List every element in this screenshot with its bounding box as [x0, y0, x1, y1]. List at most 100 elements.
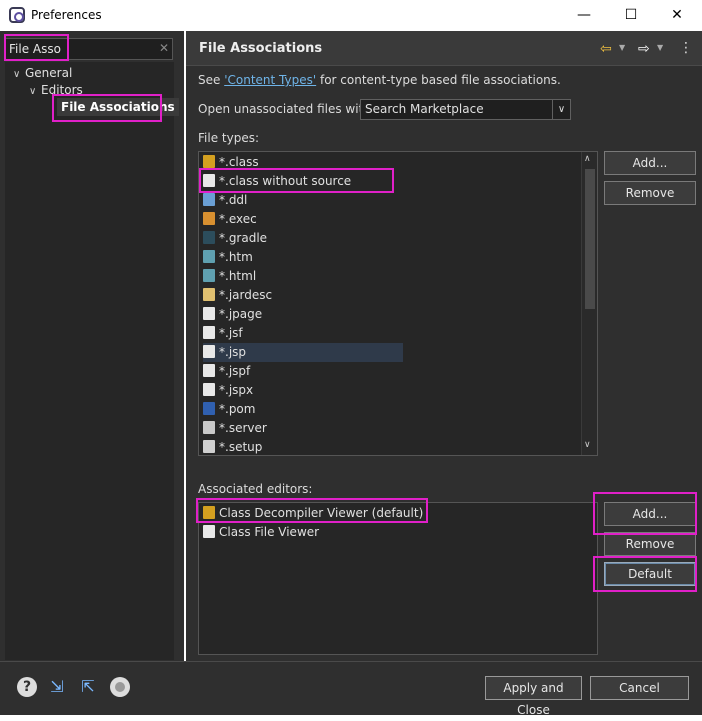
class-file-icon	[203, 174, 215, 187]
open-unassociated-value: Search Marketplace	[365, 102, 484, 116]
file-type-row[interactable]: *.html	[203, 267, 256, 286]
file-type-label: *.class without source	[219, 174, 352, 188]
file-type-label: *.jardesc	[219, 288, 273, 302]
clear-filter-icon[interactable]: ✕	[159, 41, 169, 55]
file-type-row[interactable]: *.class	[203, 153, 259, 172]
file-type-row[interactable]: *.ddl	[203, 191, 247, 210]
file-type-row[interactable]: *.jsp	[203, 343, 403, 362]
file-type-row[interactable]: *.gradle	[203, 229, 267, 248]
file-type-row[interactable]: *.jpage	[203, 305, 262, 324]
view-menu-icon[interactable]: ⋮	[679, 40, 693, 56]
maximize-button[interactable]: ☐	[614, 4, 648, 26]
forward-history-dropdown-icon[interactable]: ▼	[657, 43, 663, 52]
setup-icon	[203, 440, 215, 453]
maven-icon	[203, 402, 215, 415]
jar-icon	[203, 288, 215, 301]
tree-item-label: Editors	[41, 83, 83, 97]
apply-and-close-button[interactable]: Apply and Close	[485, 676, 582, 717]
file-icon	[203, 364, 215, 377]
file-type-label: *.exec	[219, 212, 257, 226]
globe-icon	[203, 250, 215, 263]
editor-label: Class File Viewer	[219, 525, 320, 539]
export-icon[interactable]: ⇱	[78, 677, 98, 697]
tree-item-general[interactable]: ∨ General	[13, 64, 72, 82]
file-type-label: *.jsf	[219, 326, 243, 340]
page-title: File Associations	[199, 41, 323, 56]
remove-file-type-button[interactable]: Remove	[604, 181, 696, 205]
associated-editors-label: Associated editors:	[198, 482, 313, 496]
close-button[interactable]: ✕	[660, 4, 694, 26]
preferences-tree: ∨ General ∨ Editors File Associations	[5, 62, 179, 660]
filter-input[interactable]	[9, 41, 149, 57]
cancel-button[interactable]: Cancel	[590, 676, 689, 700]
filter-field[interactable]: ✕	[5, 38, 173, 60]
window-title: Preferences	[31, 8, 102, 22]
chevron-down-icon[interactable]: ∨	[13, 66, 25, 84]
default-editor-button[interactable]: Default	[604, 562, 696, 586]
file-type-row[interactable]: *.class without source	[203, 172, 351, 191]
file-type-row[interactable]: *.htm	[203, 248, 253, 267]
class-file-icon	[203, 525, 215, 538]
file-type-label: *.jspf	[219, 364, 251, 378]
scrollbar-thumb[interactable]	[585, 169, 595, 309]
open-unassociated-label: Open unassociated files with:	[198, 102, 375, 116]
file-type-row[interactable]: *.jsf	[203, 324, 243, 343]
scroll-down-icon[interactable]: ∨	[584, 440, 591, 450]
file-type-row[interactable]: *.jspx	[203, 381, 253, 400]
file-type-row[interactable]: *.setup	[203, 438, 262, 457]
gradle-icon	[203, 231, 215, 244]
file-type-label: *.server	[219, 421, 267, 435]
page-header: File Associations ⇦ ▼ ⇨ ▼ ⋮	[186, 31, 702, 66]
file-type-label: *.gradle	[219, 231, 268, 245]
import-icon[interactable]: ⇲	[47, 677, 67, 697]
file-types-list[interactable]: *.class *.class without source *.ddl *.exec…	[198, 151, 598, 456]
oomph-icon[interactable]	[110, 677, 130, 697]
tree-item-file-associations[interactable]: File Associations	[57, 98, 179, 116]
minimize-button[interactable]: —	[567, 4, 601, 26]
open-unassociated-select[interactable]: Search Marketplace ∨	[360, 99, 571, 120]
file-type-label: *.htm	[219, 250, 253, 264]
file-type-label: *.ddl	[219, 193, 248, 207]
forward-arrow-icon[interactable]: ⇨	[638, 41, 650, 57]
chevron-down-icon[interactable]: ∨	[29, 83, 41, 101]
file-icon	[203, 326, 215, 339]
add-editor-button[interactable]: Add...	[604, 502, 696, 526]
server-icon	[203, 421, 215, 434]
content-types-hint: See 'Content Types' for content-type bas…	[198, 73, 561, 87]
back-history-dropdown-icon[interactable]: ▼	[619, 43, 625, 52]
ddl-icon	[203, 193, 215, 206]
associated-editors-list[interactable]: Class Decompiler Viewer (default) Class F…	[198, 502, 598, 655]
file-type-row[interactable]: *.exec	[203, 210, 257, 229]
file-type-label: *.jpage	[219, 307, 263, 321]
tree-item-label: General	[25, 66, 73, 80]
file-types-scrollbar[interactable]: ∧ ∨	[581, 152, 597, 455]
class-icon	[203, 155, 215, 168]
file-type-row[interactable]: *.server	[203, 419, 267, 438]
window-titlebar: Preferences — ☐ ✕	[0, 0, 702, 31]
file-icon	[203, 345, 215, 358]
file-type-label: *.jspx	[219, 383, 254, 397]
help-icon[interactable]: ?	[17, 677, 37, 697]
file-type-label: *.setup	[219, 440, 263, 454]
file-type-row[interactable]: *.pom	[203, 400, 255, 419]
content-types-link[interactable]: 'Content Types'	[224, 73, 316, 87]
back-arrow-icon[interactable]: ⇦	[600, 41, 612, 57]
file-type-row[interactable]: *.jspf	[203, 362, 250, 381]
file-type-label: *.jsp	[219, 345, 247, 359]
jpage-icon	[203, 307, 215, 320]
eclipse-app-icon	[9, 7, 25, 23]
globe-icon	[203, 269, 215, 282]
file-types-label: File types:	[198, 131, 259, 145]
editor-row[interactable]: Class Decompiler Viewer (default)	[203, 504, 423, 523]
remove-editor-button[interactable]: Remove	[604, 532, 696, 556]
file-type-row[interactable]: *.jardesc	[203, 286, 272, 305]
editor-label: Class Decompiler Viewer (default)	[219, 506, 424, 520]
exec-icon	[203, 212, 215, 225]
chevron-down-icon[interactable]: ∨	[552, 100, 570, 119]
file-type-label: *.html	[219, 269, 257, 283]
scroll-up-icon[interactable]: ∧	[584, 154, 591, 164]
editor-row[interactable]: Class File Viewer	[203, 523, 319, 542]
add-file-type-button[interactable]: Add...	[604, 151, 696, 175]
tree-item-editors[interactable]: ∨ Editors	[29, 81, 83, 99]
file-type-label: *.class	[219, 155, 259, 169]
